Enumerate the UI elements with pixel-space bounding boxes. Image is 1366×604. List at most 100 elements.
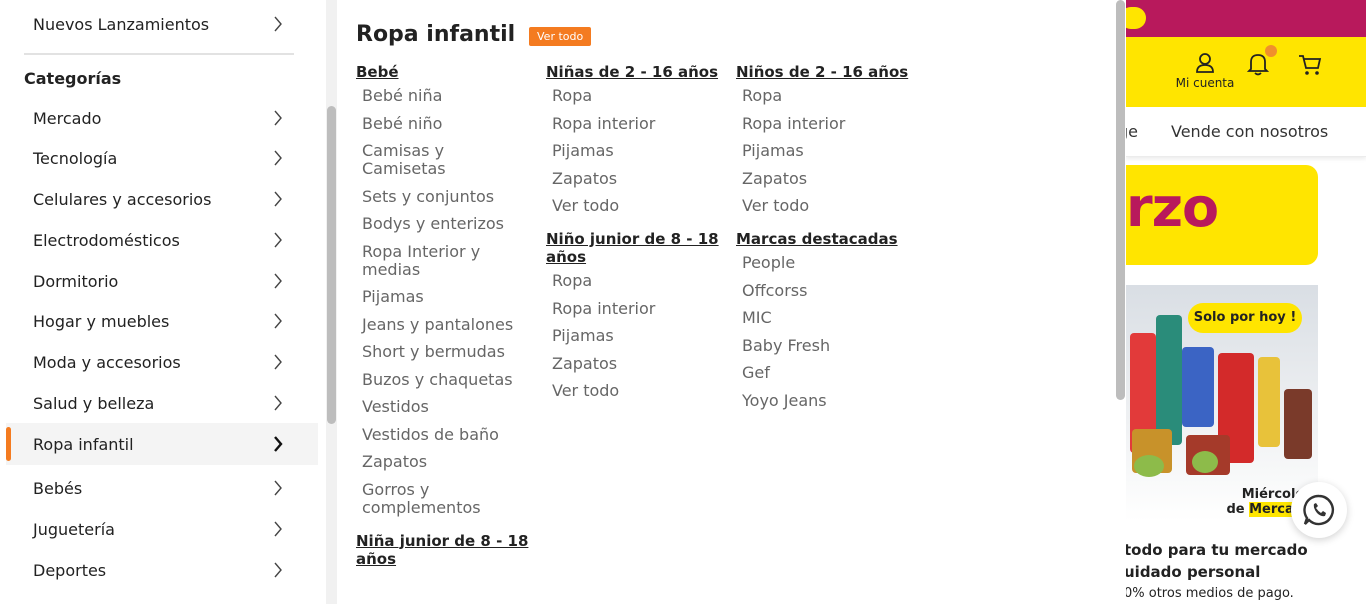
whatsapp-button[interactable] bbox=[1291, 482, 1347, 538]
user-icon bbox=[1196, 53, 1214, 73]
category-item-celulares[interactable]: Celulares y accesorios bbox=[6, 178, 318, 220]
menu-link[interactable]: Short y bermudas bbox=[362, 343, 536, 361]
menu-link[interactable]: Pijamas bbox=[552, 142, 726, 160]
menu-link[interactable]: Pijamas bbox=[552, 327, 726, 345]
category-item-deportes[interactable]: Deportes bbox=[6, 549, 318, 591]
group-title-nina-junior[interactable]: Niña junior de 8 - 18 años bbox=[356, 532, 531, 568]
category-label: Juguetería bbox=[33, 519, 115, 539]
menu-link[interactable]: Gef bbox=[742, 364, 916, 382]
divider bbox=[24, 53, 294, 55]
cart-icon bbox=[1299, 55, 1322, 75]
mega-menu: Ropa infantil Ver todo Bebé Bebé niña Be… bbox=[337, 0, 1116, 604]
menu-link[interactable]: Buzos y chaquetas bbox=[362, 370, 536, 389]
category-label: Hogar y muebles bbox=[33, 311, 170, 331]
menu-link[interactable]: Zapatos bbox=[552, 169, 726, 188]
menu-link[interactable]: Vestidos de baño bbox=[362, 425, 536, 444]
product-image bbox=[1182, 347, 1214, 427]
category-item-bebes[interactable]: Bebés bbox=[6, 467, 318, 509]
product-image bbox=[1192, 451, 1218, 473]
menu-link[interactable]: Yoyo Jeans bbox=[742, 391, 916, 410]
menu-link[interactable]: Ropa bbox=[552, 87, 726, 105]
group-title-bebe[interactable]: Bebé bbox=[356, 63, 536, 81]
group-title-marcas[interactable]: Marcas destacadas bbox=[736, 230, 916, 248]
menu-link[interactable]: Sets y conjuntos bbox=[362, 187, 536, 206]
category-label: Salud y belleza bbox=[33, 393, 155, 413]
group-title-ninos[interactable]: Niños de 2 - 16 años bbox=[736, 63, 916, 81]
view-all-button[interactable]: Ver todo bbox=[529, 27, 592, 46]
menu-link[interactable]: MIC bbox=[742, 309, 916, 327]
menu-link[interactable]: Vestidos bbox=[362, 398, 536, 416]
cart-button[interactable] bbox=[1298, 54, 1322, 80]
menu-link[interactable]: Zapatos bbox=[362, 453, 536, 471]
chevron-right-icon bbox=[274, 232, 282, 248]
main-nav: ge Vende con nosotros bbox=[1126, 107, 1366, 157]
category-item-ropa-infantil[interactable]: Ropa infantil bbox=[6, 423, 318, 465]
menu-link[interactable]: Bodys y enterizos bbox=[362, 215, 536, 233]
promo-caption-3: 0% otros medios de pago. bbox=[1126, 586, 1294, 601]
notifications-button[interactable] bbox=[1246, 52, 1270, 80]
menu-link[interactable]: Ropa bbox=[552, 272, 726, 290]
menu-link[interactable]: Baby Fresh bbox=[742, 336, 916, 355]
menu-column-1: Bebé Bebé niña Bebé niño Camisas y Camis… bbox=[356, 63, 536, 574]
nav-item-partial[interactable]: ge bbox=[1126, 122, 1138, 141]
menu-link[interactable]: Pijamas bbox=[742, 142, 916, 160]
categories-title: Categorías bbox=[24, 69, 122, 88]
category-label: Dormitorio bbox=[33, 271, 119, 291]
new-releases-item[interactable]: Nuevos Lanzamientos bbox=[6, 3, 318, 45]
scrollbar-thumb[interactable] bbox=[327, 106, 336, 424]
page: Mi cuenta ge Vende con nosotros rzo Solo… bbox=[0, 0, 1366, 604]
menu-link[interactable]: Ver todo bbox=[552, 197, 726, 215]
chevron-right-icon bbox=[274, 273, 282, 289]
menu-link[interactable]: Ropa bbox=[742, 87, 916, 105]
menu-link[interactable]: Camisas y Camisetas bbox=[362, 142, 482, 178]
menu-link[interactable]: Pijamas bbox=[362, 288, 536, 306]
product-image bbox=[1134, 455, 1164, 477]
category-item-mercado[interactable]: Mercado bbox=[6, 97, 318, 139]
chevron-right-icon bbox=[274, 313, 282, 329]
promo-caption-1: todo para tu mercado bbox=[1126, 541, 1308, 559]
category-scrollbar[interactable] bbox=[326, 0, 337, 604]
menu-link[interactable]: Bebé niño bbox=[362, 114, 536, 133]
chevron-right-icon bbox=[274, 562, 282, 578]
account-button[interactable]: Mi cuenta bbox=[1170, 52, 1240, 90]
category-item-jugueteria[interactable]: Juguetería bbox=[6, 508, 318, 550]
category-item-tecnologia[interactable]: Tecnología bbox=[6, 137, 318, 179]
active-indicator bbox=[6, 427, 11, 461]
promo-banner[interactable]: rzo bbox=[1126, 165, 1318, 265]
menu-link[interactable]: Zapatos bbox=[552, 354, 726, 373]
nav-item-sell[interactable]: Vende con nosotros bbox=[1171, 122, 1328, 141]
market-banner[interactable]: Solo por hoy ! Miércoles de Mercado bbox=[1126, 285, 1318, 521]
scrollbar-thumb[interactable] bbox=[1116, 0, 1125, 400]
category-label: Ropa infantil bbox=[33, 434, 134, 454]
category-item-moda[interactable]: Moda y accesorios bbox=[6, 341, 318, 383]
whatsapp-icon bbox=[1303, 494, 1334, 526]
menu-column-3: Niños de 2 - 16 años Ropa Ropa interior … bbox=[736, 63, 916, 419]
menu-link[interactable]: Jeans y pantalones bbox=[362, 315, 536, 334]
category-label: Moda y accesorios bbox=[33, 352, 181, 372]
menu-link[interactable]: Ver todo bbox=[552, 382, 726, 400]
menu-link[interactable]: Ropa interior bbox=[552, 299, 726, 318]
promo-caption-2: uidado personal bbox=[1126, 563, 1261, 581]
menu-link[interactable]: Gorros y complementos bbox=[362, 480, 492, 517]
account-label: Mi cuenta bbox=[1175, 76, 1235, 90]
category-item-salud[interactable]: Salud y belleza bbox=[6, 382, 318, 424]
category-label: Bebés bbox=[33, 478, 83, 498]
menu-link[interactable]: Ropa interior bbox=[552, 114, 726, 133]
category-item-hogar[interactable]: Hogar y muebles bbox=[6, 300, 318, 342]
product-image bbox=[1258, 357, 1280, 447]
menu-link[interactable]: People bbox=[742, 254, 916, 272]
new-releases-label: Nuevos Lanzamientos bbox=[33, 14, 210, 34]
menu-link[interactable]: Ver todo bbox=[742, 197, 916, 215]
menu-link[interactable]: Bebé niña bbox=[362, 87, 536, 105]
bell-icon bbox=[1246, 54, 1270, 76]
menu-link[interactable]: Ropa Interior y medias bbox=[362, 242, 492, 279]
menu-link[interactable]: Offcorss bbox=[742, 281, 916, 300]
menu-link[interactable]: Ropa interior bbox=[742, 114, 916, 133]
menu-link[interactable]: Zapatos bbox=[742, 169, 916, 188]
category-item-electrodomesticos[interactable]: Electrodomésticos bbox=[6, 219, 318, 261]
group-title-nino-junior[interactable]: Niño junior de 8 - 18 años bbox=[546, 230, 721, 266]
category-item-dormitorio[interactable]: Dormitorio bbox=[6, 260, 318, 302]
chevron-right-icon bbox=[274, 480, 282, 496]
group-title-ninas[interactable]: Niñas de 2 - 16 años bbox=[546, 63, 726, 81]
mega-menu-scrollbar[interactable] bbox=[1116, 0, 1126, 604]
